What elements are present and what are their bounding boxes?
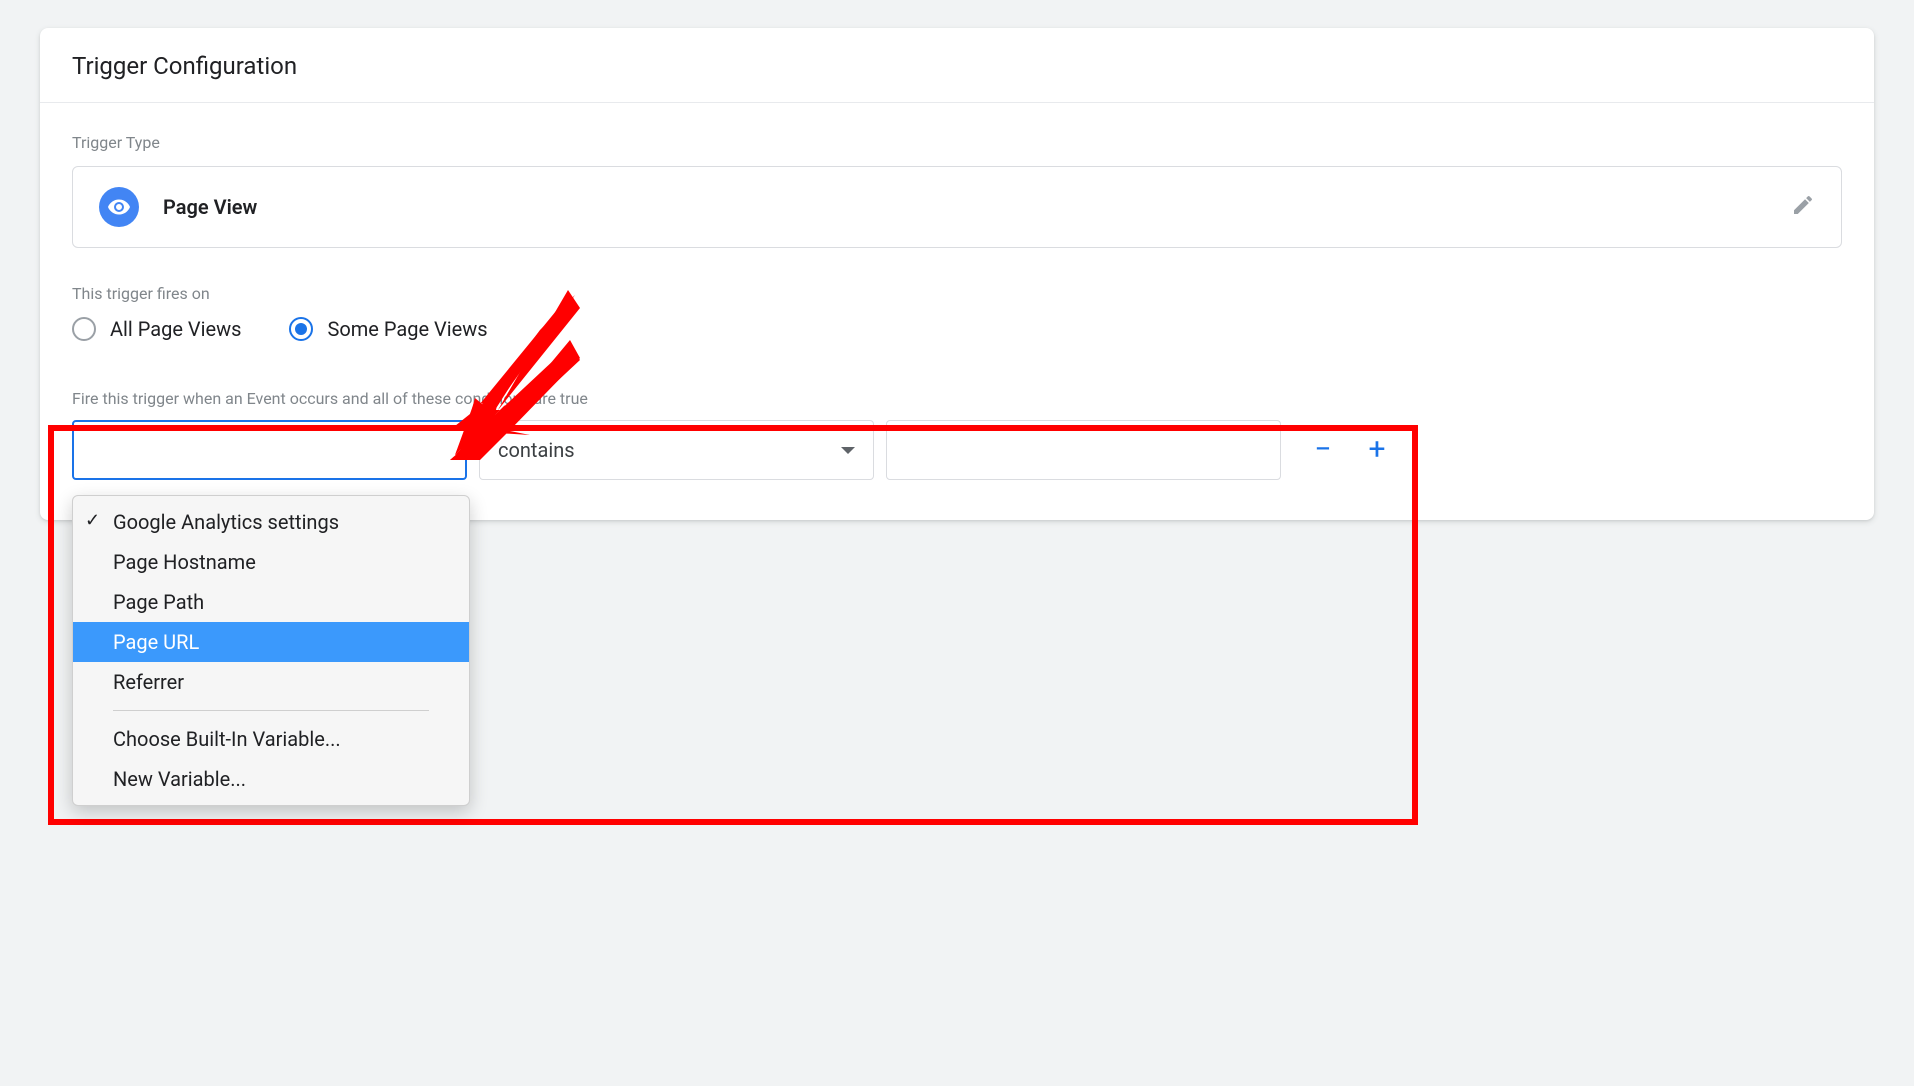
dropdown-divider bbox=[113, 710, 429, 711]
remove-condition-button[interactable]: − bbox=[1311, 435, 1335, 465]
conditions-label: Fire this trigger when an Event occurs a… bbox=[72, 389, 1842, 408]
dropdown-item-referrer[interactable]: Referrer bbox=[73, 662, 469, 702]
dropdown-item-choose-builtin[interactable]: Choose Built-In Variable... bbox=[73, 719, 469, 759]
condition-row: Google Analytics settings contains − + bbox=[72, 420, 1842, 480]
dropdown-item-new-variable[interactable]: New Variable... bbox=[73, 759, 469, 799]
radio-circle-unchecked bbox=[72, 317, 96, 341]
radio-all-page-views[interactable]: All Page Views bbox=[72, 317, 241, 341]
eye-icon bbox=[99, 187, 139, 227]
trigger-config-card: Trigger Configuration Trigger Type Page … bbox=[40, 28, 1874, 520]
add-condition-button[interactable]: + bbox=[1365, 435, 1389, 465]
radio-label: All Page Views bbox=[110, 317, 241, 341]
dropdown-item-page-hostname[interactable]: Page Hostname bbox=[73, 542, 469, 582]
row-buttons: − + bbox=[1311, 420, 1389, 480]
trigger-type-row[interactable]: Page View bbox=[72, 166, 1842, 248]
card-title: Trigger Configuration bbox=[40, 28, 1874, 102]
variable-dropdown[interactable]: Google Analytics settings Page Hostname … bbox=[72, 495, 470, 806]
fires-on-label: This trigger fires on bbox=[72, 284, 1842, 303]
trigger-type-label: Trigger Type bbox=[72, 133, 1842, 152]
radio-circle-checked bbox=[289, 317, 313, 341]
dropdown-item-page-url[interactable]: Page URL bbox=[73, 622, 469, 662]
dropdown-item-ga-settings[interactable]: Google Analytics settings bbox=[73, 502, 469, 542]
radio-dot bbox=[295, 323, 307, 335]
pencil-icon[interactable] bbox=[1791, 193, 1815, 221]
conditions-section: Fire this trigger when an Event occurs a… bbox=[72, 389, 1842, 480]
dropdown-item-page-path[interactable]: Page Path bbox=[73, 582, 469, 622]
radio-some-page-views[interactable]: Some Page Views bbox=[289, 317, 487, 341]
operator-select[interactable]: contains bbox=[479, 420, 874, 480]
variable-select[interactable]: Google Analytics settings bbox=[72, 420, 467, 480]
radio-group-fires-on: All Page Views Some Page Views bbox=[72, 317, 1842, 341]
trigger-type-name: Page View bbox=[163, 195, 1767, 219]
radio-label: Some Page Views bbox=[327, 317, 487, 341]
card-body: Trigger Type Page View This trigger fire… bbox=[40, 103, 1874, 520]
chevron-down-icon bbox=[841, 447, 855, 454]
value-input[interactable] bbox=[886, 420, 1281, 480]
operator-select-value: contains bbox=[498, 438, 575, 462]
